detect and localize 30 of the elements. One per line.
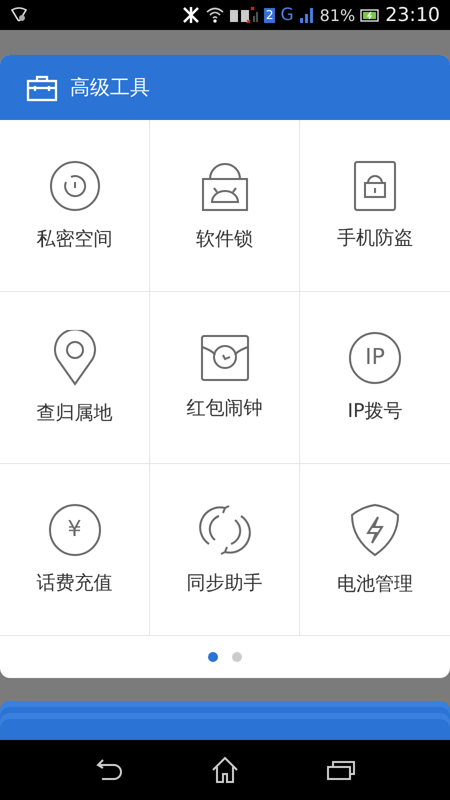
recent-apps-icon[interactable] [326,759,356,781]
tool-tile[interactable]: 红包闹钟 [150,292,300,464]
wifi-icon [206,7,224,23]
map-pin-icon [52,330,96,386]
clock-dial-icon [48,160,100,212]
clock-time: 23:10 [385,4,440,26]
shield-bolt-icon [350,502,400,556]
ip-icon: IP [349,332,401,384]
sim-card-icon [228,6,259,24]
network-type: G [280,5,294,25]
battery-percent: 81% [320,6,356,24]
tool-tile[interactable]: 同步助手 [150,464,300,636]
battery-charging-icon [360,8,380,22]
dialog-title: 高级工具 [70,74,150,101]
toolbox-icon [26,74,58,102]
tool-tile[interactable]: ¥ 话费充值 [0,464,150,636]
home-icon[interactable] [210,756,239,784]
bluetooth-off-icon [180,6,201,24]
tool-tile[interactable]: 私密空间 [0,120,150,292]
yuan-icon: ¥ [48,504,100,556]
tool-tile[interactable]: 软件锁 [150,120,300,292]
signal-icon [298,7,315,23]
back-icon[interactable] [94,759,124,781]
tool-tile[interactable]: 查归属地 [0,292,150,464]
page-dot[interactable] [208,652,218,662]
sim-slot-badge: 2 [264,8,276,22]
phone-lock-icon [354,160,396,210]
envelope-clock-icon [200,334,248,380]
page-dot[interactable] [232,652,242,662]
sync-icon [198,504,250,556]
